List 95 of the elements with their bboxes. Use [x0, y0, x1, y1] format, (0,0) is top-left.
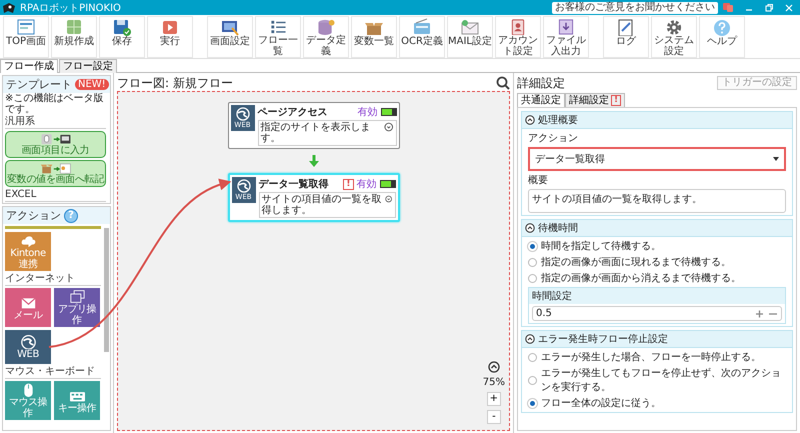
category-label: マウス・キーボード	[5, 366, 101, 379]
robot-logo-icon	[2, 2, 16, 14]
scrollbar[interactable]	[104, 228, 109, 352]
settings-icon	[664, 18, 684, 35]
page-icon	[16, 18, 36, 36]
category-label: インターネット	[5, 273, 101, 286]
toolbar-button[interactable]: 保存	[99, 16, 145, 58]
category-label: 汎用系	[5, 116, 106, 129]
collapse-icon[interactable]	[525, 223, 535, 233]
node-title: ページアクセス	[258, 106, 328, 119]
panel-title: 詳細設定	[517, 74, 565, 92]
toolbar-button[interactable]: OCR定義	[399, 16, 445, 58]
toolbar-button[interactable]: 画面設定	[207, 16, 253, 58]
scanner-icon	[412, 18, 432, 36]
windows-icon	[68, 289, 86, 304]
radio-button[interactable]	[528, 376, 537, 384]
globe-icon	[236, 107, 250, 121]
zoom-out-button[interactable]: -	[486, 410, 501, 424]
close-icon[interactable]	[784, 2, 794, 12]
option-label: エラーが発生してもフローを停止せず、次のアクションを実行する。	[541, 366, 782, 394]
summary-field[interactable]: サイトの項目値の一覧を取得します。	[528, 189, 786, 213]
option-label: フロー全体の設定に従う。	[541, 396, 661, 410]
option-label: 時間を指定して待機する。	[541, 240, 661, 253]
window-title: RPAロボットPINOKIO	[20, 2, 121, 14]
grid-sheet-icon	[64, 18, 84, 36]
feedback-button[interactable]: お客様のご意見をお聞かせください	[552, 2, 718, 14]
panel-title: テンプレート	[6, 77, 72, 92]
category-label: EXCEL	[5, 189, 106, 202]
toolbar-button[interactable]: ファイル入出力	[543, 16, 589, 58]
enable-toggle[interactable]	[380, 108, 396, 116]
flow-title: フロー図: 新規フロー	[117, 74, 233, 92]
zoom-level: 75%	[482, 377, 505, 388]
node-title: データ一覧取得	[258, 178, 330, 191]
action-tile[interactable]: WEB	[5, 330, 51, 364]
option-label: 指定の画像が画面に現れるまで待機する。	[541, 256, 731, 269]
status-label: 有効	[358, 106, 378, 119]
field-label: アクション	[528, 132, 579, 145]
zoom-in-button[interactable]: +	[486, 392, 501, 406]
toolbar-button[interactable]: データ定義	[303, 16, 349, 58]
play-icon	[160, 18, 180, 36]
file-download-icon	[556, 18, 576, 35]
radio-button[interactable]	[528, 258, 537, 266]
expand-icon[interactable]	[384, 122, 394, 132]
help-icon	[712, 18, 732, 36]
field-label: 時間設定	[529, 288, 785, 304]
option-label: エラーが発生した場合、フローを一時停止する。	[541, 350, 761, 364]
toolbar-button[interactable]: フロー一覧	[255, 16, 301, 58]
toolbar-button[interactable]: ログ	[603, 16, 649, 58]
floppy-disk-icon	[112, 18, 132, 36]
collapse-icon[interactable]	[525, 115, 535, 125]
box-to-screen-icon	[40, 161, 72, 174]
radio-button[interactable]	[528, 352, 537, 362]
section-header[interactable]: 処理概要	[522, 112, 792, 129]
toolbar-button[interactable]: MAIL設定	[447, 16, 493, 58]
monitor-pen-icon	[220, 18, 240, 36]
search-icon[interactable]	[496, 76, 510, 90]
action-tile[interactable]: メール	[5, 288, 51, 327]
option-label: 指定の画像が画面から消えるまで待機する。	[541, 272, 741, 285]
radio-button[interactable]	[528, 274, 537, 282]
mouse-to-keyboard-icon	[40, 132, 72, 145]
toolbar-button[interactable]: 新規作成	[51, 16, 97, 58]
toolbar-button[interactable]: 変数一覧	[351, 16, 397, 58]
toolbar-button[interactable]: 実行	[147, 16, 193, 58]
new-badge: NEW!	[75, 79, 109, 90]
tab[interactable]: 共通設定	[517, 93, 565, 107]
down-arrow-icon	[308, 155, 318, 167]
template-card[interactable]: 変数の値を画面へ転記	[5, 160, 106, 187]
globe-icon	[20, 334, 36, 349]
tab[interactable]: フロー作成	[0, 59, 58, 73]
node-description: サイトの項目値の一覧を取得します。	[262, 194, 382, 216]
globe-icon	[236, 179, 250, 193]
dropdown-caret-icon	[773, 157, 779, 161]
action-tile[interactable]: アプリ操作	[54, 288, 100, 327]
time-input[interactable]: 0.5	[532, 306, 782, 321]
status-label: 有効	[356, 178, 376, 191]
toolbar-button[interactable]: ヘルプ	[699, 16, 745, 58]
template-card[interactable]: 画面項目に入力	[5, 131, 106, 158]
node-description: 指定のサイトを表示します。	[260, 122, 372, 144]
panel-title: アクション	[6, 208, 61, 223]
expand-icon[interactable]	[385, 194, 392, 204]
toolbar-button[interactable]: アカウント設定	[495, 16, 541, 58]
section-header[interactable]: エラー発生時フロー停止設定	[522, 331, 792, 348]
enable-toggle[interactable]	[380, 180, 396, 188]
beta-note: ※この機能はベータ版です。	[4, 93, 104, 115]
envelope-icon	[460, 18, 480, 36]
tab[interactable]: フロー設定	[59, 59, 117, 73]
toolbar-button[interactable]: システム設定	[651, 16, 697, 58]
plus-minus-icon[interactable]	[756, 310, 778, 318]
action-dropdown[interactable]: データ一覧取得	[528, 147, 786, 171]
restore-icon[interactable]	[764, 2, 774, 12]
chevron-up-icon[interactable]	[488, 361, 500, 373]
toolbar-button[interactable]: TOP画面	[3, 16, 49, 58]
collapse-icon[interactable]	[525, 334, 535, 344]
field-label: 概要	[528, 174, 549, 187]
section-header[interactable]: 待機時間	[522, 220, 792, 237]
